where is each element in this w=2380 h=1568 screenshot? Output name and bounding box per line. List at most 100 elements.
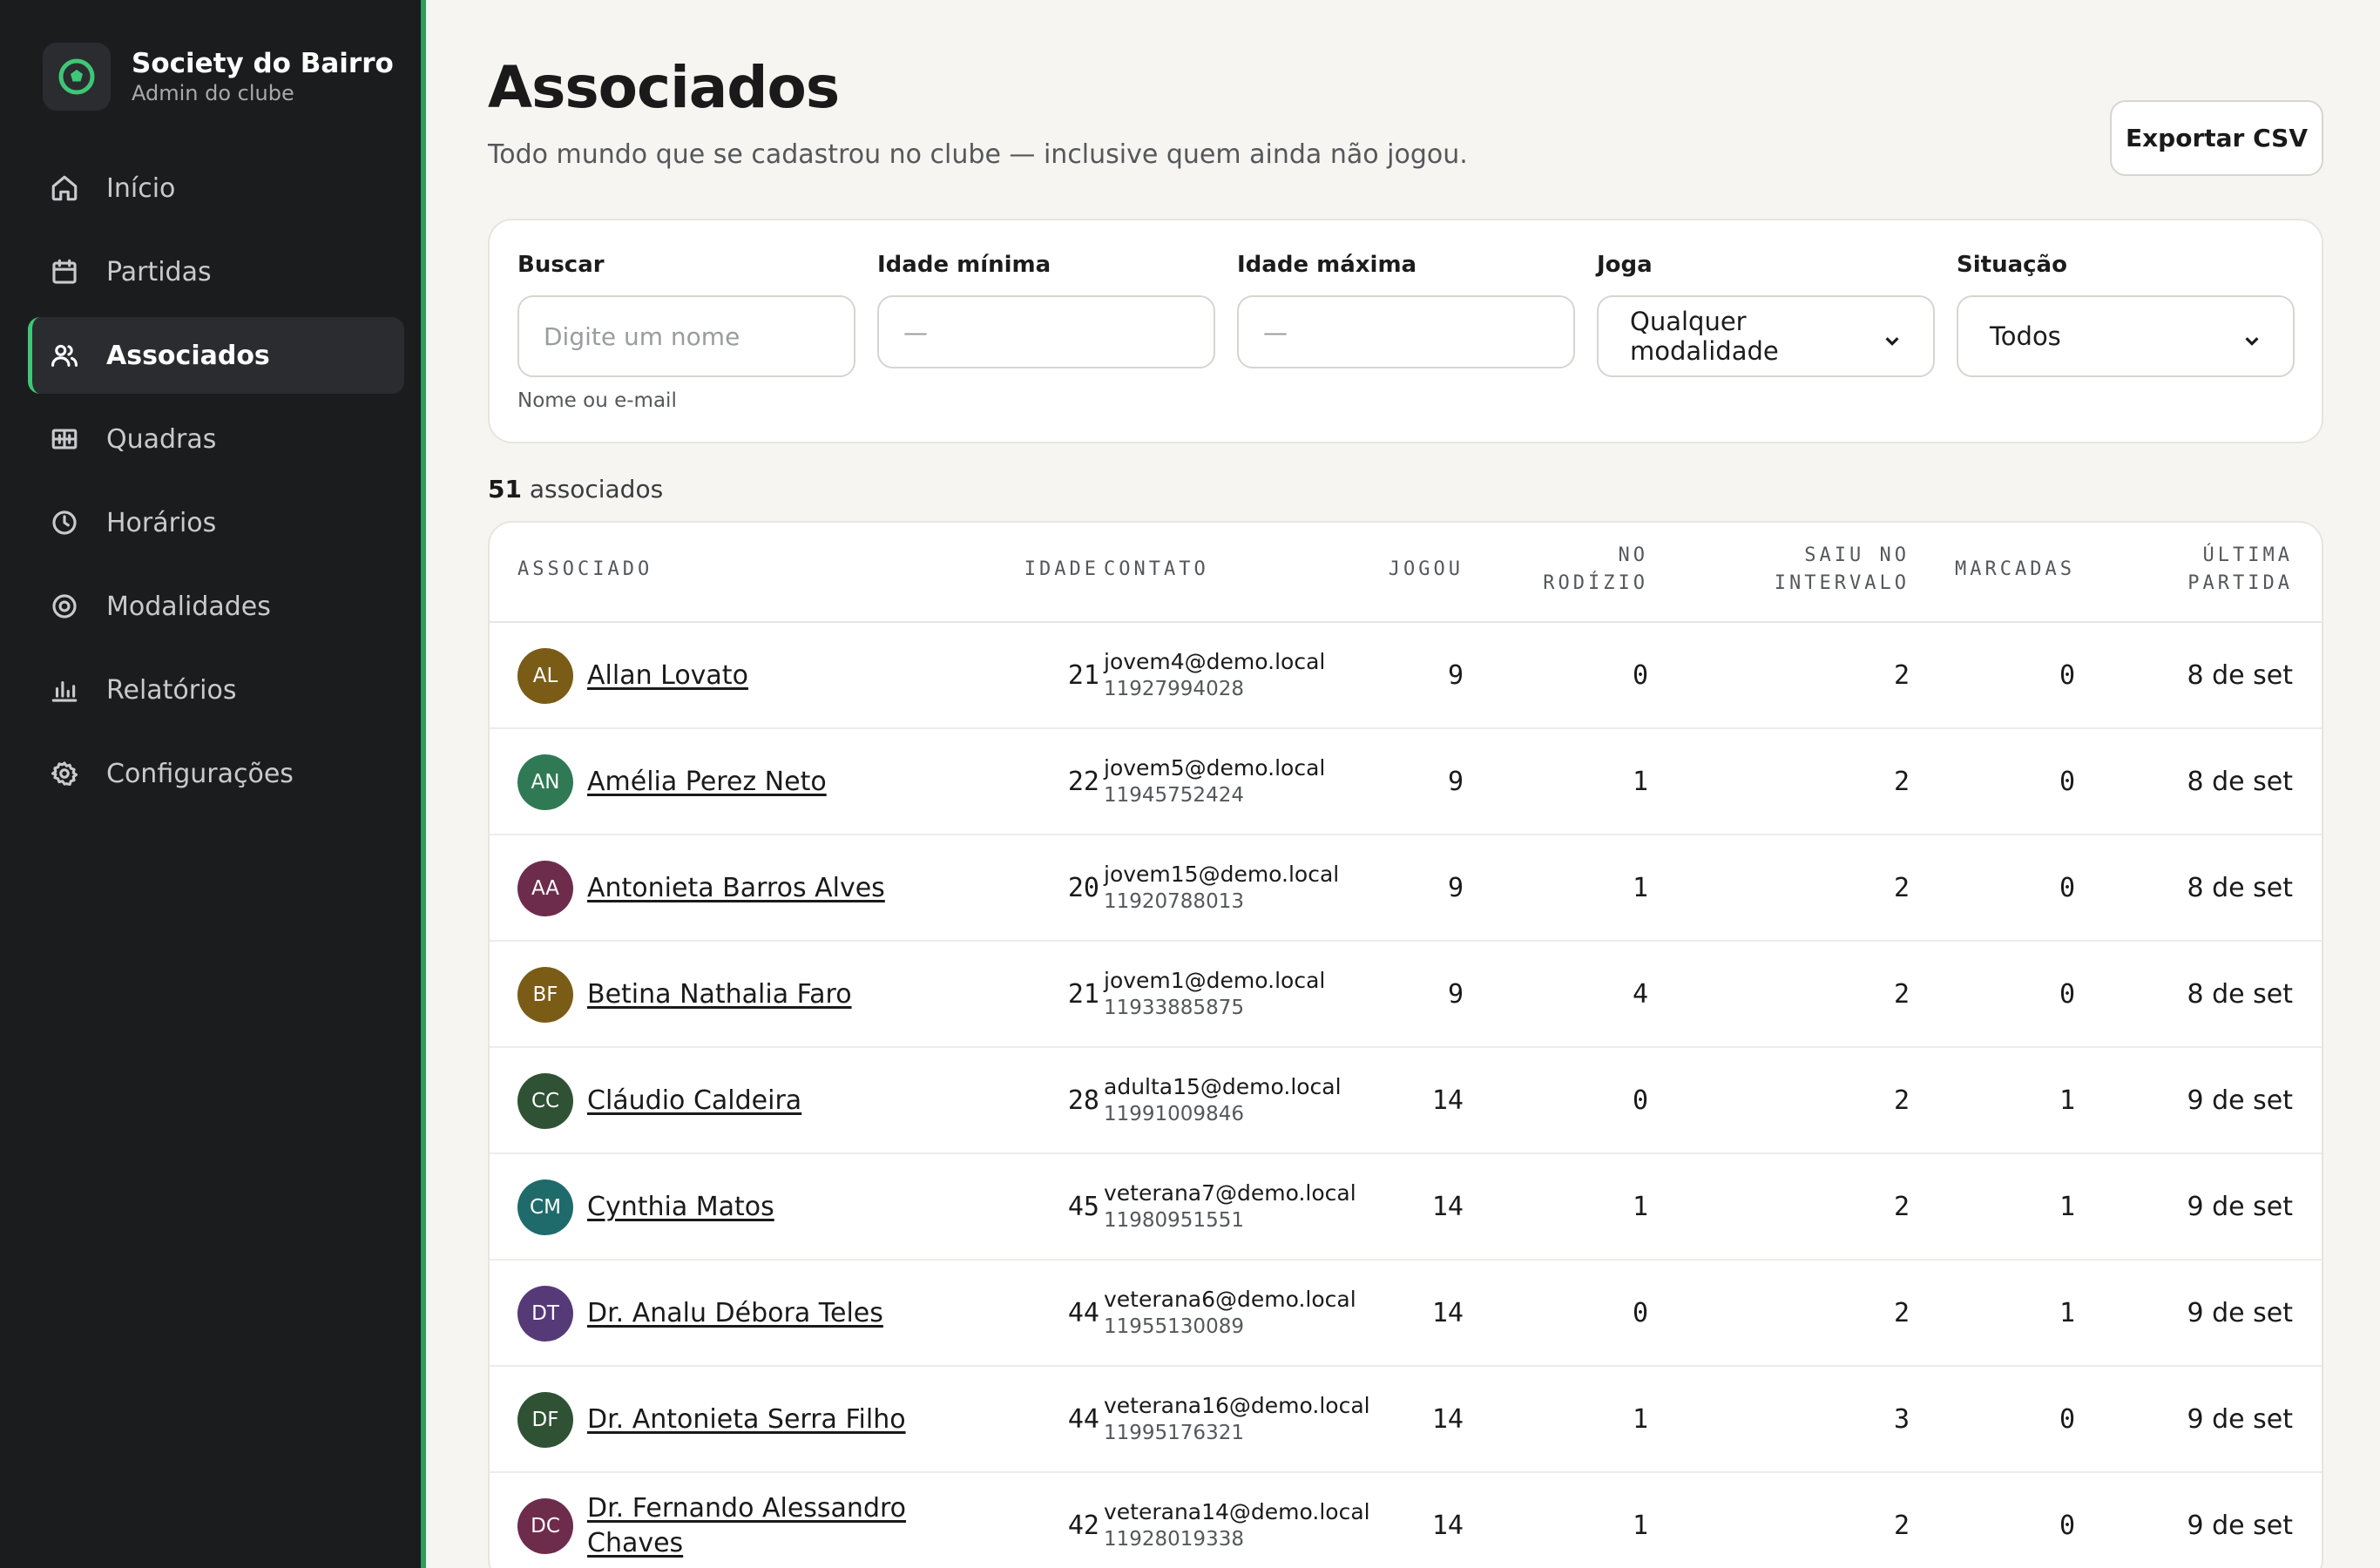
plays-select[interactable]: Qualquer modalidade — [1597, 295, 1935, 377]
table-row[interactable]: CM Cynthia Matos 45 veterana7@demo.local 119… — [490, 1154, 2322, 1260]
chevron-down-icon — [2242, 327, 2262, 346]
member-name-link[interactable]: Cláudio Caldeira — [587, 1084, 918, 1119]
sidebar-item-label: Modalidades — [106, 591, 271, 622]
played-cell: 14 — [1431, 1298, 1464, 1328]
member-name-link[interactable]: Antonieta Barros Alves — [587, 871, 918, 906]
avatar: CC — [517, 1073, 573, 1129]
export-csv-button[interactable]: Exportar CSV — [2110, 100, 2323, 176]
member-name-link[interactable]: Dr. Fernando Alessandro Chaves — [587, 1491, 918, 1561]
email-cell: jovem15@demo.local — [1104, 862, 1340, 887]
min-age-label: Idade mínima — [877, 252, 1051, 278]
left-break-cell: 2 — [1893, 1085, 1910, 1116]
table-row[interactable]: DF Dr. Antonieta Serra Filho 44 veterana16@… — [490, 1367, 2322, 1473]
member-name-link[interactable]: Amélia Perez Neto — [587, 765, 918, 800]
rotation-cell: 1 — [1632, 767, 1648, 797]
table-row[interactable]: AA Antonieta Barros Alves 20 jovem15@demo.l… — [490, 835, 2322, 942]
brand-subtitle: Admin do clube — [132, 81, 294, 105]
col-header-line: SAIU NO — [1804, 544, 1910, 566]
member-name-link[interactable]: Cynthia Matos — [587, 1190, 918, 1225]
members-table: ASSOCIADO IDADE CONTATO JOGOU NO RODÍZIO… — [488, 521, 2323, 1568]
sidebar-item-label: Quadras — [106, 423, 217, 455]
sidebar-item-label: Configurações — [106, 758, 294, 789]
max-age-input[interactable] — [1237, 295, 1575, 368]
max-age-filter: Idade máxima — [1237, 252, 1575, 368]
col-header-line: PARTIDA — [2187, 572, 2293, 594]
member-name-link[interactable]: Dr. Antonieta Serra Filho — [587, 1402, 918, 1437]
last-match-cell: 9 de set — [2187, 1404, 2293, 1435]
col-header-age[interactable]: IDADE — [977, 556, 1099, 584]
table-row[interactable]: BF Betina Nathalia Faro 21 jovem1@demo.loca… — [490, 942, 2322, 1048]
sidebar-item-modalidades[interactable]: Modalidades — [28, 568, 404, 645]
status-label: Situação — [1957, 252, 2067, 278]
search-filter: Buscar Nome ou e-mail — [517, 252, 855, 412]
last-match-cell: 9 de set — [2187, 1298, 2293, 1328]
col-header-last-match[interactable]: ÚLTIMA PARTIDA — [2101, 542, 2293, 598]
age-cell: 28 — [1067, 1085, 1099, 1116]
sidebar-item-inicio[interactable]: Início — [28, 150, 404, 226]
phone-cell: 11927994028 — [1104, 678, 1244, 700]
col-header-left-break[interactable]: SAIU NO INTERVALO — [1648, 542, 1910, 598]
phone-cell: 11955130089 — [1104, 1315, 1244, 1338]
table-header: ASSOCIADO IDADE CONTATO JOGOU NO RODÍZIO… — [490, 523, 2322, 623]
member-count-number: 51 — [488, 475, 522, 504]
age-cell: 21 — [1067, 979, 1099, 1010]
member-name-link[interactable]: Betina Nathalia Faro — [587, 977, 918, 1012]
email-cell: veterana14@demo.local — [1104, 1499, 1370, 1524]
col-header-contact[interactable]: CONTATO — [1104, 556, 1209, 584]
brand-name: Society do Bairro — [132, 48, 394, 79]
last-match-cell: 8 de set — [2187, 873, 2293, 903]
played-cell: 14 — [1431, 1192, 1464, 1222]
scheduled-cell: 0 — [2059, 979, 2075, 1010]
rotation-cell: 1 — [1632, 1404, 1648, 1435]
avatar: AN — [517, 754, 573, 810]
played-cell: 14 — [1431, 1404, 1464, 1435]
sidebar-item-quadras[interactable]: Quadras — [28, 401, 404, 477]
table-row[interactable]: DC Dr. Fernando Alessandro Chaves 42 vetera… — [490, 1473, 2322, 1568]
col-header-scheduled[interactable]: MARCADAS — [1918, 556, 2075, 584]
scheduled-cell: 0 — [2059, 1404, 2075, 1435]
col-header-rotation[interactable]: NO RODÍZIO — [1474, 542, 1648, 598]
brand[interactable]: Society do Bairro Admin do clube — [43, 43, 394, 111]
col-header-member[interactable]: ASSOCIADO — [517, 556, 652, 584]
club-logo-icon — [43, 43, 111, 111]
sidebar-item-configuracoes[interactable]: Configurações — [28, 735, 404, 812]
email-cell: jovem5@demo.local — [1104, 755, 1326, 781]
age-cell: 45 — [1067, 1192, 1099, 1222]
status-select[interactable]: Todos — [1957, 295, 2295, 377]
table-row[interactable]: CC Cláudio Caldeira 28 adulta15@demo.local 1… — [490, 1048, 2322, 1154]
table-row[interactable]: AL Allan Lovato 21 jovem4@demo.local 1192799… — [490, 623, 2322, 729]
member-name-link[interactable]: Allan Lovato — [587, 659, 918, 693]
age-cell: 21 — [1067, 660, 1099, 691]
plays-select-value: Qualquer modalidade — [1630, 307, 1779, 366]
left-break-cell: 2 — [1893, 873, 1910, 903]
max-age-label: Idade máxima — [1237, 252, 1417, 278]
sidebar-item-partidas[interactable]: Partidas — [28, 233, 404, 310]
sidebar-item-horarios[interactable]: Horários — [28, 484, 404, 561]
search-input[interactable] — [517, 295, 855, 377]
rotation-cell: 1 — [1632, 873, 1648, 903]
played-cell: 9 — [1447, 660, 1464, 691]
email-cell: jovem1@demo.local — [1104, 968, 1326, 993]
sidebar-item-associados[interactable]: Associados — [28, 317, 404, 394]
table-row[interactable]: DT Dr. Analu Débora Teles 44 veterana6@demo… — [490, 1260, 2322, 1367]
avatar: AA — [517, 861, 573, 916]
table-row[interactable]: AN Amélia Perez Neto 22 jovem5@demo.local 11… — [490, 729, 2322, 835]
col-header-played[interactable]: JOGOU — [1361, 556, 1464, 584]
calendar-icon — [49, 256, 80, 287]
played-cell: 14 — [1431, 1511, 1464, 1541]
scheduled-cell: 0 — [2059, 1511, 2075, 1541]
search-label: Buscar — [517, 252, 605, 278]
member-name-link[interactable]: Dr. Analu Débora Teles — [587, 1296, 918, 1331]
played-cell: 9 — [1447, 873, 1464, 903]
sidebar-item-relatorios[interactable]: Relatórios — [28, 652, 404, 728]
email-cell: jovem4@demo.local — [1104, 649, 1326, 674]
min-age-input[interactable] — [877, 295, 1215, 368]
played-cell: 9 — [1447, 767, 1464, 797]
sidebar-item-label: Horários — [106, 507, 217, 538]
scheduled-cell: 1 — [2059, 1298, 2075, 1328]
filters-panel: Buscar Nome ou e-mail Idade mínima Idade… — [488, 219, 2323, 443]
avatar: CM — [517, 1179, 573, 1235]
gear-icon — [49, 758, 80, 789]
last-match-cell: 8 de set — [2187, 767, 2293, 797]
last-match-cell: 8 de set — [2187, 660, 2293, 691]
